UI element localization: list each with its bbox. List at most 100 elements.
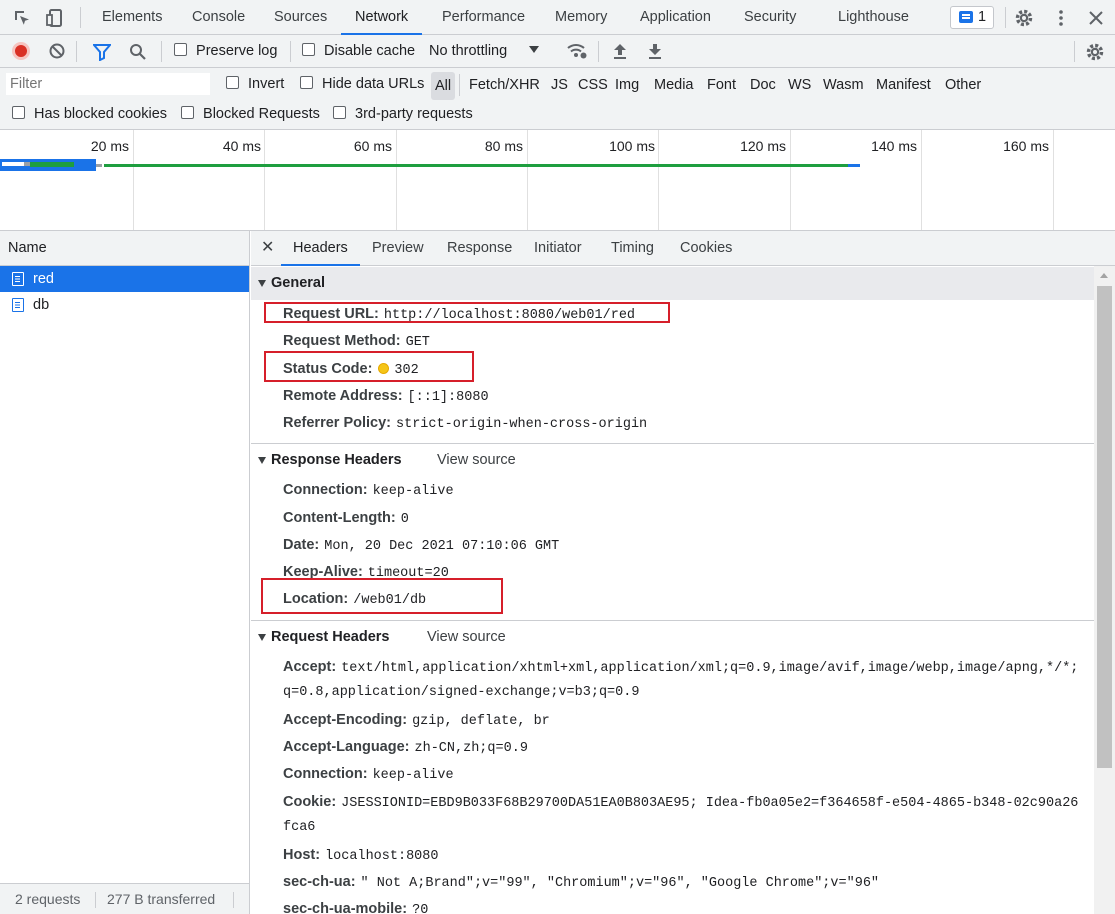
- header-value: 0: [400, 512, 409, 527]
- timeline-tick-label: 60 ms: [353, 138, 392, 154]
- clear-icon[interactable]: [48, 42, 66, 64]
- filter-input[interactable]: [6, 73, 210, 95]
- timeline-bar-request-2: [104, 164, 848, 167]
- tab-network[interactable]: Network: [341, 0, 423, 35]
- header-row-sec-ch-ua-mobile: sec-ch-ua-mobile: ?0: [283, 899, 428, 914]
- header-value: keep-alive: [372, 484, 454, 499]
- header-key: sec-ch-ua:: [283, 874, 356, 890]
- type-filter-ws[interactable]: WS: [788, 77, 811, 93]
- invert-label: Invert: [248, 76, 285, 92]
- import-har-icon[interactable]: [612, 42, 628, 64]
- type-filter-img[interactable]: Img: [615, 77, 639, 93]
- scrollbar-thumb[interactable]: [1097, 286, 1112, 768]
- tab-sources[interactable]: Sources: [274, 0, 327, 35]
- header-row-sec-ch-ua: sec-ch-ua: " Not A;Brand";v="99", "Chromi…: [283, 872, 879, 894]
- settings-gear-icon[interactable]: [1014, 8, 1034, 28]
- tab-timing[interactable]: Timing: [611, 231, 654, 266]
- close-devtools-icon[interactable]: [1086, 8, 1106, 28]
- tab-initiator[interactable]: Initiator: [534, 231, 582, 266]
- close-icon[interactable]: ✕: [261, 231, 274, 264]
- export-har-icon[interactable]: [647, 42, 663, 64]
- timeline-gridline: [790, 130, 791, 230]
- tab-performance[interactable]: Performance: [442, 0, 525, 35]
- preserve-log-checkbox[interactable]: Preserve log: [174, 43, 277, 59]
- tab-response[interactable]: Response: [447, 231, 512, 266]
- type-filter-all[interactable]: All: [431, 72, 455, 100]
- view-source-link[interactable]: View source: [437, 444, 516, 477]
- request-headers-section-header[interactable]: Request Headers View source: [251, 621, 1094, 654]
- header-value: [::1]:8080: [407, 390, 489, 405]
- blocked-requests-checkbox[interactable]: Blocked Requests: [181, 106, 320, 122]
- timeline-gridline: [133, 130, 134, 230]
- header-row-cookie: Cookie: JSESSIONID=EBD9B033F68B29700DA51E…: [283, 792, 1078, 814]
- issues-count: 1: [978, 9, 987, 25]
- type-filter-js[interactable]: JS: [551, 77, 568, 93]
- header-key: Cookie:: [283, 794, 337, 810]
- general-section-header[interactable]: General: [251, 267, 1094, 300]
- timeline-overview[interactable]: 20 ms 40 ms 60 ms 80 ms 100 ms 120 ms 14…: [0, 130, 1115, 231]
- request-name: db: [33, 297, 50, 313]
- header-key: Connection:: [283, 482, 368, 498]
- header-value: gzip, deflate, br: [412, 714, 550, 729]
- response-headers-section-header[interactable]: Response Headers View source: [251, 444, 1094, 477]
- type-filter-other[interactable]: Other: [945, 77, 981, 93]
- network-conditions-icon[interactable]: [566, 42, 588, 64]
- view-source-link[interactable]: View source: [427, 621, 506, 654]
- section-title: Response Headers: [271, 452, 402, 468]
- third-party-requests-checkbox[interactable]: 3rd-party requests: [333, 106, 473, 122]
- header-row-accept-encoding: Accept-Encoding: gzip, deflate, br: [283, 710, 550, 732]
- checkbox-box: [174, 43, 187, 56]
- header-row-accept-language: Accept-Language: zh-CN,zh;q=0.9: [283, 737, 528, 759]
- toolbar-divider: [80, 7, 81, 28]
- type-filter-manifest[interactable]: Manifest: [876, 77, 931, 93]
- hide-data-urls-checkbox[interactable]: Hide data URLs: [300, 76, 424, 92]
- request-row-red[interactable]: red: [0, 266, 249, 292]
- annotation-box: [264, 302, 670, 323]
- inspect-element-icon[interactable]: [12, 8, 32, 28]
- header-key: Remote Address:: [283, 388, 403, 404]
- more-options-icon[interactable]: [1051, 8, 1071, 28]
- record-icon[interactable]: [12, 42, 30, 60]
- header-key: sec-ch-ua-mobile:: [283, 901, 408, 914]
- tab-application[interactable]: Application: [640, 0, 711, 35]
- type-filter-wasm[interactable]: Wasm: [823, 77, 864, 93]
- type-filter-css[interactable]: CSS: [578, 77, 608, 93]
- tab-cookies[interactable]: Cookies: [680, 231, 732, 266]
- transferred-size: 277 B transferred: [107, 891, 216, 907]
- tab-console[interactable]: Console: [192, 0, 245, 35]
- filter-icon[interactable]: [91, 43, 113, 65]
- header-key: Date:: [283, 537, 320, 553]
- throttling-select[interactable]: No throttling: [429, 43, 540, 59]
- tab-elements[interactable]: Elements: [102, 0, 162, 35]
- tab-preview[interactable]: Preview: [372, 231, 424, 266]
- type-filter-media[interactable]: Media: [654, 77, 694, 93]
- toolbar-divider: [459, 74, 460, 96]
- invert-checkbox[interactable]: Invert: [226, 76, 284, 92]
- type-filter-font[interactable]: Font: [707, 77, 736, 93]
- request-row-db[interactable]: db: [0, 292, 249, 318]
- header-key: Request Method:: [283, 333, 401, 349]
- name-column-header[interactable]: Name: [0, 231, 249, 266]
- triangle-down-icon: [258, 634, 266, 641]
- header-key: Content-Length:: [283, 510, 396, 526]
- tab-security[interactable]: Security: [744, 0, 796, 35]
- tab-lighthouse[interactable]: Lighthouse: [838, 0, 909, 35]
- type-filter-fetch-xhr[interactable]: Fetch/XHR: [469, 77, 540, 93]
- timeline-bar-ttfb: [30, 162, 74, 167]
- tab-memory[interactable]: Memory: [555, 0, 607, 35]
- header-value: JSESSIONID=EBD9B033F68B29700DA51EA0B803A…: [341, 796, 1079, 811]
- type-filter-doc[interactable]: Doc: [750, 77, 776, 93]
- network-settings-gear-icon[interactable]: [1085, 42, 1105, 66]
- device-toolbar-icon[interactable]: [45, 8, 65, 28]
- scroll-up-arrow-icon[interactable]: [1100, 273, 1108, 278]
- search-icon[interactable]: [129, 43, 147, 65]
- request-list-panel: Name red db 2 requests 277 B transferred: [0, 231, 250, 914]
- disable-cache-label: Disable cache: [324, 43, 416, 59]
- has-blocked-cookies-checkbox[interactable]: Has blocked cookies: [12, 106, 167, 122]
- details-scrollbar[interactable]: [1094, 266, 1115, 914]
- disable-cache-checkbox[interactable]: Disable cache: [302, 43, 415, 59]
- section-title: General: [271, 275, 325, 291]
- issues-counter-button[interactable]: 1: [950, 6, 994, 29]
- header-row-content-length: Content-Length: 0: [283, 508, 409, 530]
- tab-headers[interactable]: Headers: [281, 231, 360, 266]
